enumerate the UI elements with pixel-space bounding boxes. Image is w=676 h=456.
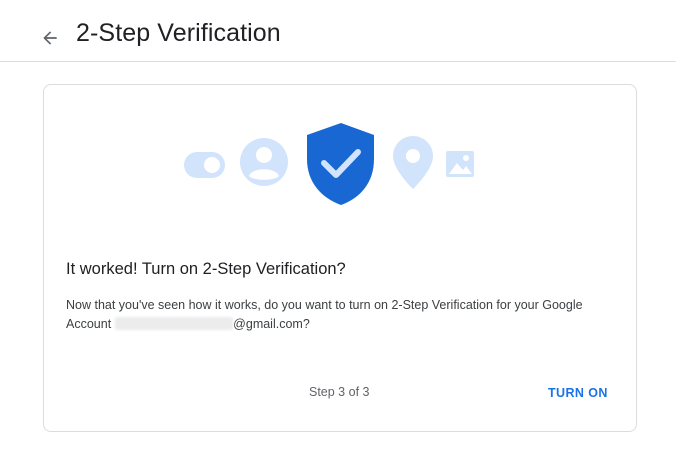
arrow-back-icon (43, 31, 57, 45)
toggle-icon (184, 152, 225, 178)
page-title: 2-Step Verification (76, 19, 281, 47)
card-heading: It worked! Turn on 2-Step Verification? (66, 260, 346, 278)
redacted-email (115, 317, 234, 330)
back-button[interactable] (34, 22, 66, 54)
email-suffix: @gmail.com? (233, 317, 310, 331)
illustration (184, 123, 474, 205)
location-pin-icon (393, 136, 433, 189)
step-indicator: Step 3 of 3 (309, 385, 370, 399)
card-body: Now that you've seen how it works, do yo… (66, 296, 626, 334)
page-header: 2-Step Verification (0, 0, 676, 62)
turn-on-button[interactable]: TURN ON (536, 377, 620, 409)
body-line-1: Now that you've seen how it works, do yo… (66, 298, 583, 312)
shield-check-icon (307, 123, 374, 205)
account-icon (240, 138, 288, 186)
image-icon (446, 151, 474, 177)
body-account-label: Account (66, 317, 112, 331)
body-line-2: Account @gmail.com? (66, 315, 626, 334)
verification-card: It worked! Turn on 2-Step Verification? … (43, 84, 637, 432)
